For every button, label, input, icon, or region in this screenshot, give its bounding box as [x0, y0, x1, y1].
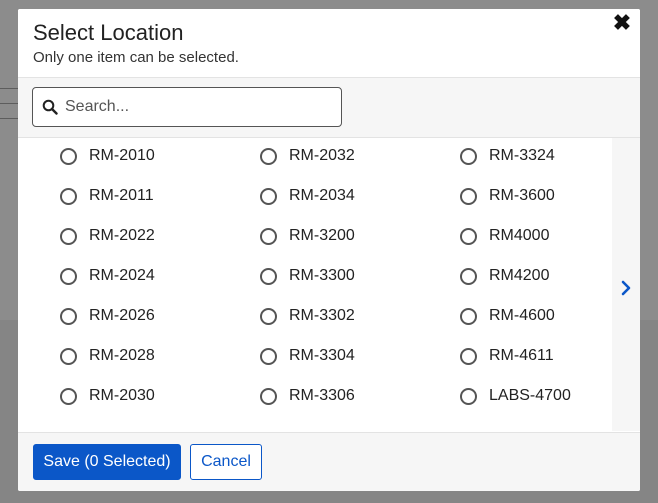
search-bar	[18, 78, 640, 138]
location-label: RM-3600	[489, 187, 555, 204]
location-option[interactable]: RM-3600	[460, 184, 555, 208]
location-label: RM-2030	[89, 387, 155, 404]
location-option[interactable]: RM-3306	[260, 384, 355, 408]
chevron-right-icon[interactable]	[620, 280, 632, 296]
location-option[interactable]: RM-2011	[60, 184, 154, 208]
cancel-button[interactable]: Cancel	[190, 444, 262, 480]
search-input[interactable]	[63, 88, 337, 126]
radio-button[interactable]	[260, 387, 277, 405]
radio-button[interactable]	[260, 347, 277, 365]
location-option[interactable]: RM-2030	[60, 384, 155, 408]
dialog-header: Select Location Only one item can be sel…	[18, 9, 640, 78]
location-option[interactable]: RM-4611	[460, 344, 554, 368]
radio-button[interactable]	[460, 387, 477, 405]
select-location-dialog: Select Location Only one item can be sel…	[18, 9, 640, 491]
radio-button[interactable]	[460, 187, 477, 205]
location-label: RM-3302	[289, 307, 355, 324]
radio-button[interactable]	[460, 307, 477, 325]
location-label: RM4200	[489, 267, 550, 284]
radio-button[interactable]	[60, 227, 77, 245]
dialog-subtitle: Only one item can be selected.	[33, 49, 239, 66]
location-label: RM-4611	[489, 347, 554, 364]
radio-button[interactable]	[60, 347, 77, 365]
dialog-footer: Save (0 Selected) Cancel	[18, 432, 640, 491]
background-divider-lines	[0, 88, 18, 132]
location-option[interactable]: RM-3200	[260, 224, 355, 248]
location-label: RM-2022	[89, 227, 155, 244]
location-option[interactable]: RM4200	[460, 264, 549, 288]
radio-button[interactable]	[460, 147, 477, 165]
radio-button[interactable]	[60, 267, 77, 285]
save-button[interactable]: Save (0 Selected)	[33, 444, 181, 480]
pager-column	[612, 138, 640, 431]
location-option[interactable]: RM-3324	[460, 144, 555, 168]
close-icon[interactable]: ✖	[610, 11, 634, 35]
location-label: RM-3306	[289, 387, 355, 404]
radio-button[interactable]	[460, 227, 477, 245]
location-option[interactable]: RM-3302	[260, 304, 355, 328]
location-label: RM-2034	[289, 187, 355, 204]
location-option[interactable]: RM-2022	[60, 224, 155, 248]
radio-button[interactable]	[260, 147, 277, 165]
location-option[interactable]: RM-2032	[260, 144, 355, 168]
location-label: LABS-4700	[489, 387, 571, 404]
location-option[interactable]: RM-3304	[260, 344, 355, 368]
radio-button[interactable]	[260, 187, 277, 205]
radio-button[interactable]	[460, 267, 477, 285]
location-option[interactable]: RM-2034	[260, 184, 355, 208]
search-box[interactable]	[32, 87, 342, 127]
dialog-title: Select Location	[33, 20, 184, 45]
radio-button[interactable]	[260, 267, 277, 285]
location-label: RM-3324	[489, 147, 555, 164]
location-label: RM-2028	[89, 347, 155, 364]
radio-button[interactable]	[260, 227, 277, 245]
location-option[interactable]: RM4000	[460, 224, 549, 248]
location-label: RM-2011	[89, 187, 154, 204]
radio-button[interactable]	[60, 307, 77, 325]
radio-button[interactable]	[60, 387, 77, 405]
location-label: RM4000	[489, 227, 550, 244]
location-label: RM-4600	[489, 307, 555, 324]
location-option[interactable]: RM-2024	[60, 264, 155, 288]
location-label: RM-2010	[89, 147, 155, 164]
location-list: RM-2010 RM-2011 RM-2022 RM-2024 RM-2026 RM-20…	[18, 138, 612, 431]
location-label: RM-2032	[289, 147, 355, 164]
location-label: RM-3300	[289, 267, 355, 284]
location-option[interactable]: RM-2010	[60, 144, 155, 168]
radio-button[interactable]	[260, 307, 277, 325]
location-label: RM-3304	[289, 347, 355, 364]
location-option[interactable]: LABS-4700	[460, 384, 571, 408]
location-option[interactable]: RM-2028	[60, 344, 155, 368]
location-label: RM-2026	[89, 307, 155, 324]
location-label: RM-3200	[289, 227, 355, 244]
radio-button[interactable]	[60, 147, 77, 165]
radio-button[interactable]	[60, 187, 77, 205]
location-option[interactable]: RM-3300	[260, 264, 355, 288]
search-icon	[42, 99, 58, 115]
location-label: RM-2024	[89, 267, 155, 284]
location-option[interactable]: RM-4600	[460, 304, 555, 328]
location-option[interactable]: RM-2026	[60, 304, 155, 328]
radio-button[interactable]	[460, 347, 477, 365]
